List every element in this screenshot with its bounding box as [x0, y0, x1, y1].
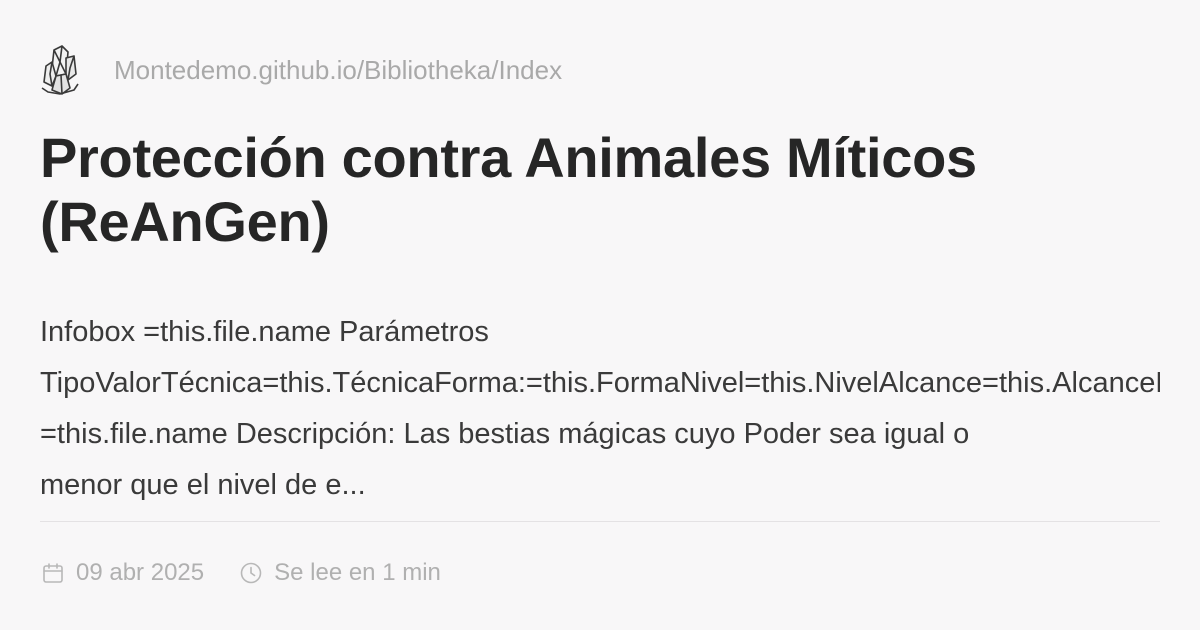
article-meta: 09 abr 2025 Se lee en 1 min	[40, 555, 475, 591]
calendar-icon	[40, 560, 66, 586]
crystal-cluster-icon	[40, 42, 96, 98]
clock-icon	[238, 560, 264, 586]
preview-card: Montedemo.github.io/Bibliotheka/Index Pr…	[40, 40, 1160, 600]
site-header: Montedemo.github.io/Bibliotheka/Index	[40, 40, 562, 100]
article-description: Infobox =this.file.name Parámetros TipoV…	[40, 307, 1160, 535]
reading-time: Se lee en 1 min	[238, 559, 441, 587]
description-line: TipoValorTécnica=this.TécnicaForma:=this…	[40, 367, 1160, 399]
date-text: 09 abr 2025	[76, 559, 205, 586]
reading-time-text: Se lee en 1 min	[274, 559, 441, 586]
publish-date: 09 abr 2025	[40, 559, 204, 587]
page-title: Protección contra Animales Míticos (ReAn…	[40, 126, 977, 253]
site-url[interactable]: Montedemo.github.io/Bibliotheka/Index	[114, 55, 562, 86]
divider	[40, 521, 1160, 522]
description-line: Infobox =this.file.name Parámetros	[40, 316, 489, 348]
description-line: menor que el nivel de e...	[40, 469, 366, 501]
description-line: =this.file.name Descripción: Las bestias…	[40, 418, 970, 450]
